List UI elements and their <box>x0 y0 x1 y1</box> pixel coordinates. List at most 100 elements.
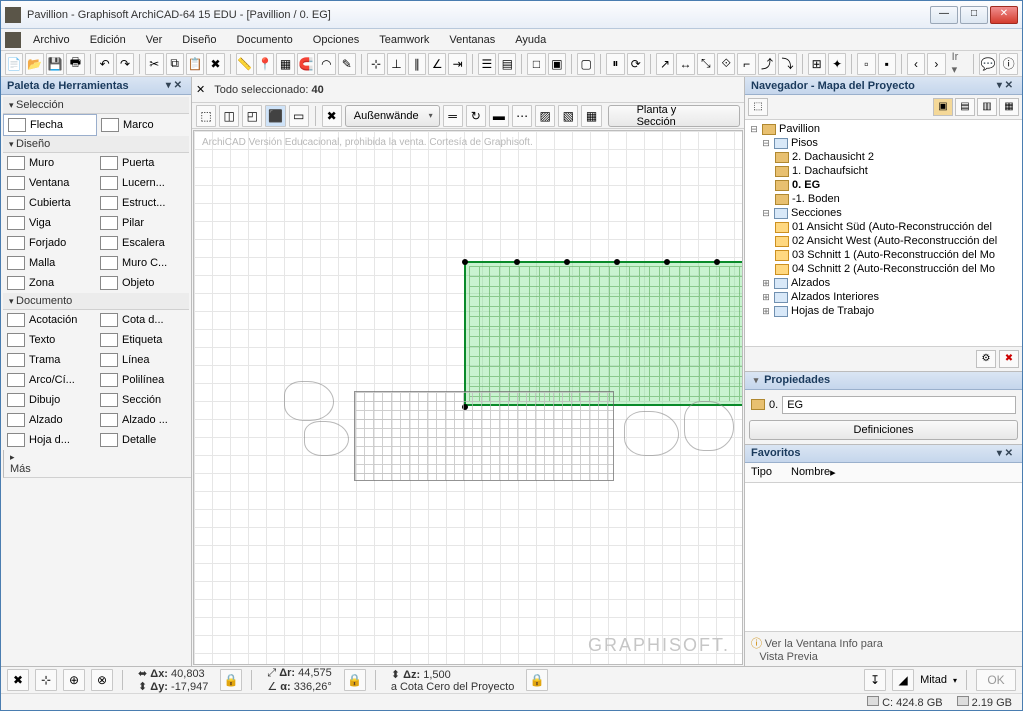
tool-seccion[interactable]: Sección <box>96 390 189 410</box>
scale-label[interactable]: Mitad <box>920 674 947 686</box>
line3-icon[interactable]: ⋯ <box>512 105 532 127</box>
minimize-button[interactable]: — <box>930 6 958 24</box>
tool-detalle[interactable]: Detalle <box>96 430 189 450</box>
offset-icon[interactable]: ⇥ <box>448 53 466 75</box>
suspend-icon[interactable]: ⏸ <box>606 53 624 75</box>
edit1-icon[interactable]: ↗ <box>656 53 674 75</box>
handle-icon[interactable] <box>564 259 570 265</box>
definitions-button[interactable]: Definiciones <box>749 420 1018 440</box>
snap-icon[interactable]: ⊹ <box>367 53 385 75</box>
tool-arco[interactable]: Arco/Cí... <box>3 370 96 390</box>
open-icon[interactable]: 📂 <box>25 53 43 75</box>
layers-icon[interactable]: ☰ <box>478 53 496 75</box>
hatch3-icon[interactable]: ▦ <box>581 105 601 127</box>
scale-icon[interactable]: ◢ <box>892 669 914 691</box>
origin-icon[interactable]: ✖ <box>7 669 29 691</box>
handle-icon[interactable] <box>614 259 620 265</box>
tree-hojas[interactable]: ⊞Hojas de Trabajo <box>747 304 1020 318</box>
tree-alzados[interactable]: ⊞Alzados <box>747 276 1020 290</box>
tool-puerta[interactable]: Puerta <box>96 153 189 173</box>
section-mas[interactable]: Más <box>3 450 191 478</box>
arrow-right-icon[interactable]: › <box>927 53 945 75</box>
layer2-icon[interactable]: ▤ <box>498 53 516 75</box>
tree-story[interactable]: -1. Boden <box>747 192 1020 206</box>
handle-icon[interactable] <box>664 259 670 265</box>
tool-objeto[interactable]: Objeto <box>96 273 189 293</box>
menu-edicion[interactable]: Edición <box>82 32 134 48</box>
grid-icon[interactable]: ▦ <box>276 53 294 75</box>
paste-icon[interactable]: 📋 <box>186 53 204 75</box>
app-menu-icon[interactable] <box>5 32 21 48</box>
edit5-icon[interactable]: ⌐ <box>737 53 755 75</box>
tool-lucern[interactable]: Lucern... <box>96 173 189 193</box>
geo3-icon[interactable]: ◰ <box>242 105 262 127</box>
nav-proj-icon[interactable]: ▣ <box>933 98 953 116</box>
pen-icon[interactable]: ✎ <box>338 53 356 75</box>
menu-teamwork[interactable]: Teamwork <box>371 32 437 48</box>
marker-icon[interactable]: 📍 <box>256 53 274 75</box>
nav-close-icon[interactable]: ▾ ✕ <box>994 80 1016 91</box>
tree-alzados-int[interactable]: ⊞Alzados Interiores <box>747 290 1020 304</box>
tree-story[interactable]: 2. Dachausicht 2 <box>747 150 1020 164</box>
magnet-icon[interactable]: 🧲 <box>297 53 315 75</box>
menu-opciones[interactable]: Opciones <box>305 32 367 48</box>
line2-icon[interactable]: ▬ <box>489 105 509 127</box>
tool-linea[interactable]: Línea <box>96 350 189 370</box>
geo1-icon[interactable]: ⬚ <box>196 105 216 127</box>
toolbox-close-icon[interactable]: ▾ ✕ <box>163 80 185 91</box>
snap2-icon[interactable]: ⊕ <box>63 669 85 691</box>
layer-dropdown[interactable]: Außenwände <box>345 105 440 127</box>
tool-hoja[interactable]: Hoja d... <box>3 430 96 450</box>
section-seleccion[interactable]: Selección <box>3 97 189 114</box>
undo-icon[interactable]: ↶ <box>95 53 113 75</box>
perp-icon[interactable]: ⊥ <box>387 53 405 75</box>
favorites-list[interactable] <box>745 483 1022 632</box>
tool-ventana[interactable]: Ventana <box>3 173 96 193</box>
menu-ver[interactable]: Ver <box>138 32 171 48</box>
fav-close-icon[interactable]: ▾ ✕ <box>994 448 1016 459</box>
refresh-icon[interactable]: ⟳ <box>627 53 645 75</box>
edit4-icon[interactable]: ⟐ <box>717 53 735 75</box>
new-icon[interactable]: 📄 <box>5 53 23 75</box>
doc-close-icon[interactable]: ✕ <box>196 83 205 96</box>
measure-icon[interactable]: 📏 <box>236 53 254 75</box>
view1-icon[interactable]: □ <box>527 53 545 75</box>
tool-forjado[interactable]: Forjado <box>3 233 96 253</box>
edit3-icon[interactable]: ⤡ <box>697 53 715 75</box>
menu-ventanas[interactable]: Ventanas <box>441 32 503 48</box>
tree-section[interactable]: 02 Ansicht West (Auto-Reconstrucción del <box>747 234 1020 248</box>
maximize-button[interactable]: □ <box>960 6 988 24</box>
view2-icon[interactable]: ▣ <box>548 53 566 75</box>
tree-story[interactable]: 1. Dachaufsicht <box>747 164 1020 178</box>
handle-icon[interactable] <box>514 259 520 265</box>
tool-muro[interactable]: Muro <box>3 153 96 173</box>
tool-etiqueta[interactable]: Etiqueta <box>96 330 189 350</box>
tool-pilar[interactable]: Pilar <box>96 213 189 233</box>
lock-polar-icon[interactable]: 🔒 <box>344 669 366 691</box>
nav-pub-icon[interactable]: ▦ <box>999 98 1019 116</box>
edit6-icon[interactable]: ⤴ <box>758 53 776 75</box>
fav-col-tipo[interactable]: Tipo <box>751 466 791 479</box>
window-icon[interactable]: ⊞ <box>808 53 826 75</box>
tool-trama[interactable]: Trama <box>3 350 96 370</box>
tool-texto[interactable]: Texto <box>3 330 96 350</box>
fav-menu-icon[interactable]: ▸ <box>830 466 836 479</box>
section-documento[interactable]: Documento <box>3 293 189 310</box>
hatch2-icon[interactable]: ▧ <box>558 105 578 127</box>
gravity-icon[interactable]: ↧ <box>864 669 886 691</box>
delete-icon[interactable]: ✖ <box>206 53 224 75</box>
menu-archivo[interactable]: Archivo <box>25 32 78 48</box>
explode-icon[interactable]: ✦ <box>828 53 846 75</box>
tool-escalera[interactable]: Escalera <box>96 233 189 253</box>
tree-section[interactable]: 01 Ansicht Süd (Auto-Reconstrucción del <box>747 220 1020 234</box>
handle-icon[interactable] <box>462 259 468 265</box>
menu-diseno[interactable]: Diseño <box>174 32 224 48</box>
box-icon[interactable]: ▢ <box>577 53 595 75</box>
help-icon[interactable]: 💬 <box>979 53 997 75</box>
tool-zona[interactable]: Zona <box>3 273 96 293</box>
plot-icon[interactable]: 🖶 <box>66 53 84 75</box>
tool-acotacion[interactable]: Acotación <box>3 310 96 330</box>
nav-view-icon[interactable]: ▤ <box>955 98 975 116</box>
tool-polilinea[interactable]: Polilínea <box>96 370 189 390</box>
info-icon[interactable]: ⓘ <box>999 53 1017 75</box>
